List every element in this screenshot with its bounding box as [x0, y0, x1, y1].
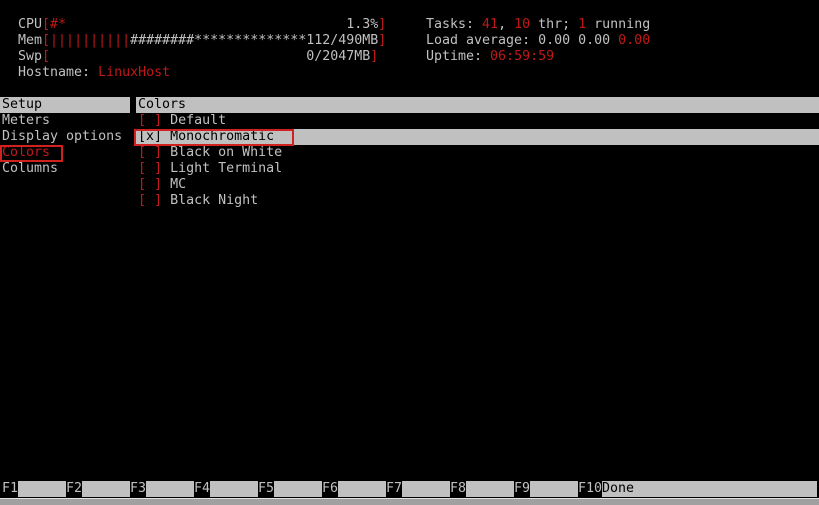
selection-annotation-box [0, 145, 63, 162]
f10-done-key[interactable]: F10Done [578, 481, 818, 497]
color-option-black-night[interactable]: [ ] Black Night [138, 193, 258, 209]
tasks-meter: Tasks: 41, 10 thr; 1 running [426, 17, 651, 32]
load-average: Load average: 0.00 0.00 0.00 [426, 33, 651, 48]
f2-key[interactable]: F2 [66, 481, 131, 497]
setup-item-columns[interactable]: Columns [2, 161, 58, 177]
color-option-light-terminal[interactable]: [ ] Light Terminal [138, 161, 282, 177]
f1-key[interactable]: F1 [2, 481, 67, 497]
hostname: Hostname: LinuxHost [18, 65, 171, 80]
setup-panel-header: Setup [0, 97, 130, 113]
f7-key[interactable]: F7 [386, 481, 451, 497]
f3-key[interactable]: F3 [130, 481, 195, 497]
setup-item-display-options[interactable]: Display options [2, 129, 122, 145]
setup-item-meters[interactable]: Meters [2, 113, 50, 129]
colors-panel-header: Colors [136, 97, 819, 113]
selection-annotation-box [134, 129, 294, 146]
color-option-mc[interactable]: [ ] MC [138, 177, 186, 193]
f5-key[interactable]: F5 [258, 481, 323, 497]
cpu-meter: CPU[#* 1.3%] [18, 17, 387, 32]
mem-meter: Mem[||||||||||########**************112/… [18, 33, 387, 48]
uptime: Uptime: 06:59:59 [426, 49, 555, 64]
color-option-default[interactable]: [ ] Default [138, 113, 226, 129]
swap-meter: Swp[ 0/2047MB] [18, 49, 379, 64]
color-option-black-on-white[interactable]: [ ] Black on White [138, 145, 282, 161]
f6-key[interactable]: F6 [322, 481, 387, 497]
f4-key[interactable]: F4 [194, 481, 259, 497]
f9-key[interactable]: F9 [514, 481, 579, 497]
f8-key[interactable]: F8 [450, 481, 515, 497]
